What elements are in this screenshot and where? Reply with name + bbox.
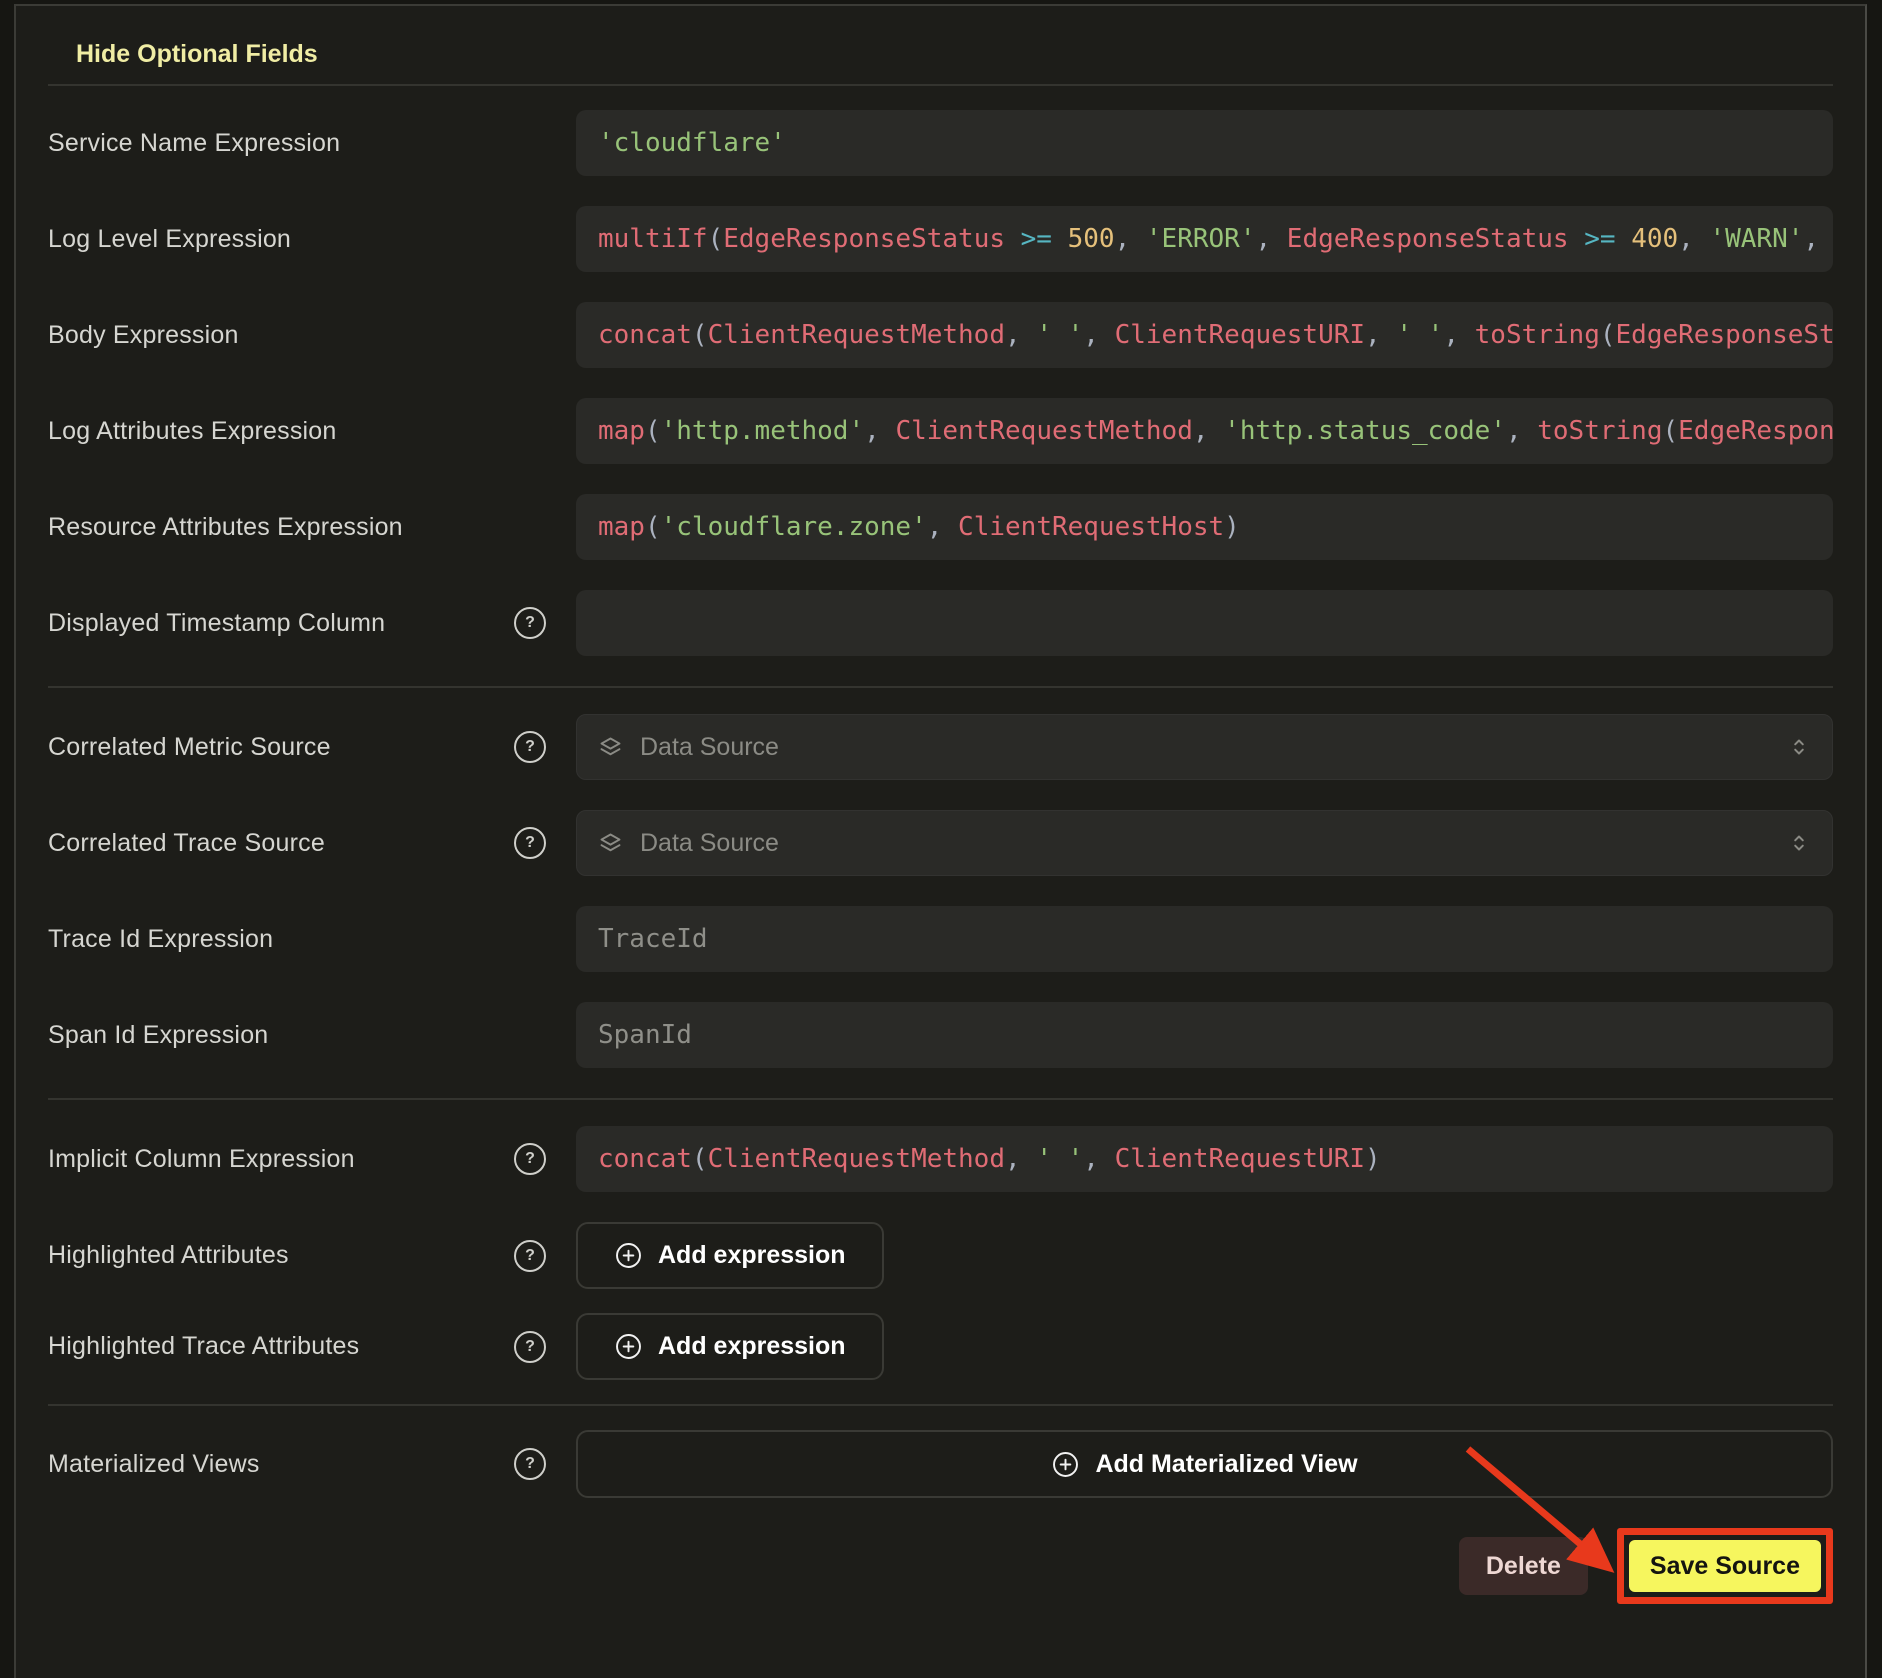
service-name-label: Service Name Expression bbox=[48, 129, 340, 158]
field-row-materialized-views: Materialized Views ? Add Materialized Vi… bbox=[48, 1430, 1833, 1498]
plus-circle-icon bbox=[614, 1241, 643, 1270]
resource-attributes-input[interactable]: map('cloudflare.zone', ClientRequestHost… bbox=[576, 494, 1833, 560]
add-expression-button[interactable]: Add expression bbox=[576, 1313, 884, 1380]
divider bbox=[48, 1404, 1833, 1406]
service-name-input[interactable]: 'cloudflare' bbox=[576, 110, 1833, 176]
field-row-resource-attributes: Resource Attributes Expression map('clou… bbox=[48, 494, 1833, 560]
trace-id-input[interactable]: TraceId bbox=[576, 906, 1833, 972]
field-row-implicit-column: Implicit Column Expression ? concat(Clie… bbox=[48, 1126, 1833, 1192]
highlighted-trace-attributes-label: Highlighted Trace Attributes bbox=[48, 1332, 359, 1361]
log-level-label: Log Level Expression bbox=[48, 225, 291, 254]
delete-button[interactable]: Delete bbox=[1459, 1537, 1588, 1595]
field-row-service-name: Service Name Expression 'cloudflare' bbox=[48, 110, 1833, 176]
hide-optional-fields-link[interactable]: Hide Optional Fields bbox=[76, 40, 318, 68]
source-form-panel: Hide Optional Fields Service Name Expres… bbox=[14, 4, 1867, 1678]
field-row-span-id: Span Id Expression SpanId bbox=[48, 1002, 1833, 1068]
save-source-button[interactable]: Save Source bbox=[1629, 1540, 1821, 1592]
chevron-updown-icon bbox=[1786, 734, 1812, 760]
displayed-timestamp-label: Displayed Timestamp Column bbox=[48, 609, 385, 638]
field-row-log-attributes: Log Attributes Expression map('http.meth… bbox=[48, 398, 1833, 464]
field-row-correlated-metric: Correlated Metric Source ? Data Source bbox=[48, 714, 1833, 780]
field-row-trace-id: Trace Id Expression TraceId bbox=[48, 906, 1833, 972]
log-attributes-input[interactable]: map('http.method', ClientRequestMethod, … bbox=[576, 398, 1833, 464]
correlated-metric-label: Correlated Metric Source bbox=[48, 733, 331, 762]
body-expression-label: Body Expression bbox=[48, 321, 239, 350]
implicit-column-label: Implicit Column Expression bbox=[48, 1145, 355, 1174]
divider bbox=[48, 686, 1833, 688]
form-footer: Delete Save Source bbox=[48, 1528, 1833, 1604]
field-row-body: Body Expression concat(ClientRequestMeth… bbox=[48, 302, 1833, 368]
help-icon[interactable]: ? bbox=[514, 1331, 546, 1363]
help-icon[interactable]: ? bbox=[514, 607, 546, 639]
resource-attributes-label: Resource Attributes Expression bbox=[48, 513, 403, 542]
highlighted-attributes-label: Highlighted Attributes bbox=[48, 1241, 289, 1270]
correlated-trace-label: Correlated Trace Source bbox=[48, 829, 325, 858]
log-attributes-label: Log Attributes Expression bbox=[48, 417, 337, 446]
plus-circle-icon bbox=[1051, 1450, 1080, 1479]
help-icon[interactable]: ? bbox=[514, 1448, 546, 1480]
displayed-timestamp-input[interactable] bbox=[576, 590, 1833, 656]
add-expression-button[interactable]: Add expression bbox=[576, 1222, 884, 1289]
stack-icon bbox=[597, 830, 624, 857]
field-row-correlated-trace: Correlated Trace Source ? Data Source bbox=[48, 810, 1833, 876]
correlated-trace-select[interactable]: Data Source bbox=[576, 810, 1833, 876]
field-row-log-level: Log Level Expression multiIf(EdgeRespons… bbox=[48, 206, 1833, 272]
help-icon[interactable]: ? bbox=[514, 1143, 546, 1175]
correlated-trace-placeholder: Data Source bbox=[640, 829, 779, 858]
span-id-label: Span Id Expression bbox=[48, 1021, 268, 1050]
chevron-updown-icon bbox=[1786, 830, 1812, 856]
trace-id-label: Trace Id Expression bbox=[48, 925, 273, 954]
correlated-metric-placeholder: Data Source bbox=[640, 733, 779, 762]
stack-icon bbox=[597, 734, 624, 761]
optional-fields-header: Hide Optional Fields bbox=[48, 6, 1833, 68]
add-materialized-view-button[interactable]: Add Materialized View bbox=[576, 1430, 1833, 1498]
body-expression-input[interactable]: concat(ClientRequestMethod, ' ', ClientR… bbox=[576, 302, 1833, 368]
span-id-input[interactable]: SpanId bbox=[576, 1002, 1833, 1068]
save-source-highlight: Save Source bbox=[1617, 1528, 1833, 1604]
materialized-views-label: Materialized Views bbox=[48, 1450, 260, 1479]
divider bbox=[48, 84, 1833, 86]
field-row-displayed-timestamp: Displayed Timestamp Column ? bbox=[48, 590, 1833, 656]
implicit-column-input[interactable]: concat(ClientRequestMethod, ' ', ClientR… bbox=[576, 1126, 1833, 1192]
log-level-input[interactable]: multiIf(EdgeResponseStatus >= 500, 'ERRO… bbox=[576, 206, 1833, 272]
help-icon[interactable]: ? bbox=[514, 731, 546, 763]
divider bbox=[48, 1098, 1833, 1100]
help-icon[interactable]: ? bbox=[514, 1240, 546, 1272]
field-row-highlighted-trace-attributes: Highlighted Trace Attributes ? Add expre… bbox=[48, 1313, 1833, 1380]
help-icon[interactable]: ? bbox=[514, 827, 546, 859]
plus-circle-icon bbox=[614, 1332, 643, 1361]
field-row-highlighted-attributes: Highlighted Attributes ? Add expression bbox=[48, 1222, 1833, 1289]
correlated-metric-select[interactable]: Data Source bbox=[576, 714, 1833, 780]
